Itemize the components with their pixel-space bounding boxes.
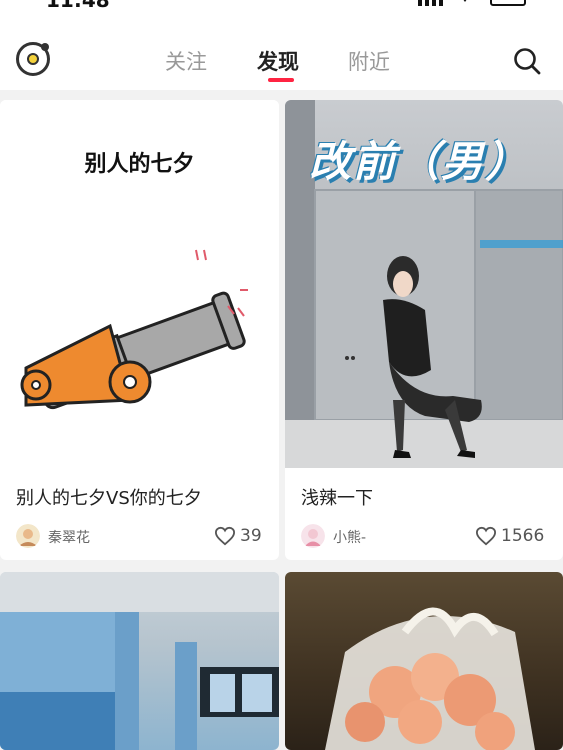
- author-name[interactable]: 小熊-: [333, 527, 366, 547]
- note-title[interactable]: 浅辣一下: [301, 484, 373, 510]
- note-title[interactable]: 别人的七夕VS你的七夕: [16, 484, 202, 510]
- search-icon[interactable]: [512, 46, 542, 76]
- feed-card[interactable]: 改前（男） 浅辣一下 小熊- 1566: [285, 100, 563, 560]
- note-cover-image[interactable]: [0, 572, 279, 750]
- note-cover-image[interactable]: 别人的七夕: [0, 100, 279, 468]
- wifi-icon: [458, 0, 472, 4]
- status-bar: 11:48: [0, 0, 563, 14]
- signal-icon: [418, 0, 444, 6]
- avatar[interactable]: [301, 524, 325, 548]
- like-count: 1566: [501, 526, 545, 546]
- heart-icon[interactable]: [214, 526, 236, 546]
- feed-card[interactable]: [0, 572, 279, 750]
- top-navigation: 关注 发现 附近: [0, 14, 563, 90]
- room-window-photo: [0, 572, 279, 750]
- status-time: 11:48: [46, 0, 110, 12]
- note-cover-image[interactable]: [285, 572, 563, 750]
- feed-card[interactable]: 别人的七夕 别人的七夕VS你的七夕 秦翠花 39: [0, 100, 279, 560]
- tab-follow[interactable]: 关注: [165, 46, 207, 76]
- cover-caption: 改前（男）: [309, 137, 530, 186]
- active-tab-indicator: [268, 78, 294, 82]
- avatar[interactable]: [16, 524, 40, 548]
- author-name[interactable]: 秦翠花: [48, 527, 90, 547]
- tab-nearby[interactable]: 附近: [348, 46, 390, 76]
- flower-bouquet-photo: [325, 607, 535, 750]
- feed-card[interactable]: [285, 572, 563, 750]
- heart-icon[interactable]: [475, 526, 497, 546]
- cannon-illustration: [20, 249, 248, 410]
- tab-discover[interactable]: 发现: [257, 46, 299, 76]
- battery-icon: [490, 0, 526, 6]
- app-logo-icon[interactable]: [16, 42, 50, 76]
- note-cover-image[interactable]: 改前（男）: [285, 100, 563, 468]
- like-count: 39: [240, 526, 262, 546]
